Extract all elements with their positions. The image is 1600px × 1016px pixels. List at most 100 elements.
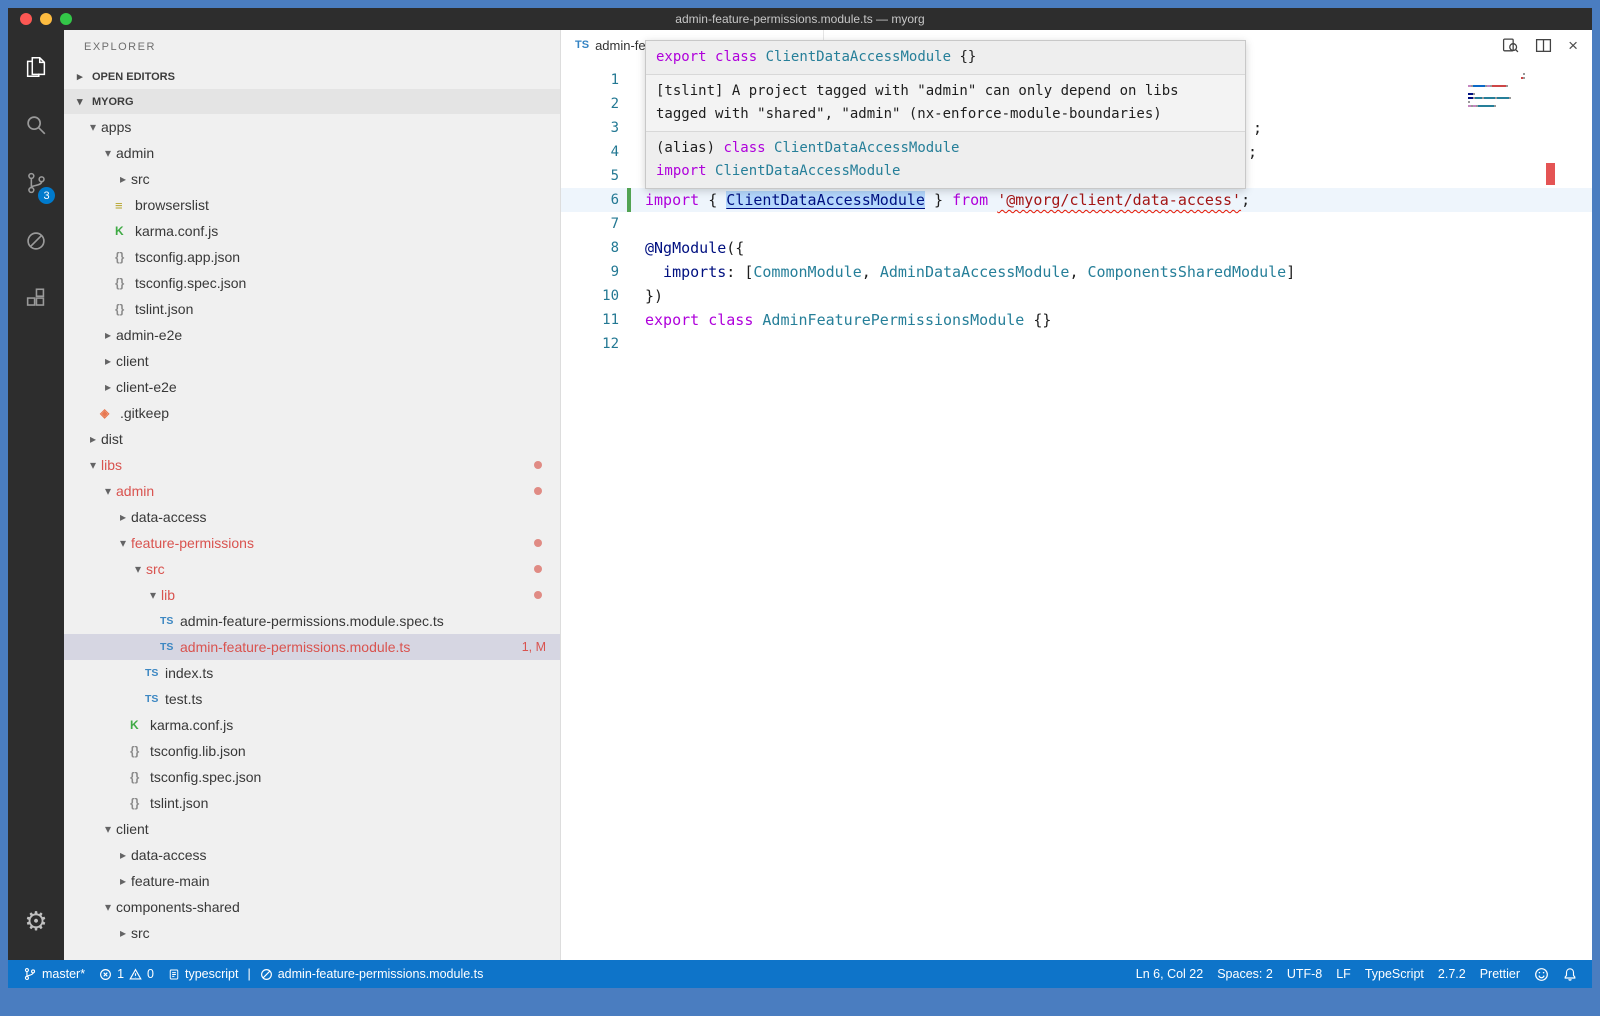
tree-item-dist[interactable]: ▸dist xyxy=(64,426,560,452)
debug-view-button[interactable] xyxy=(8,212,64,270)
explorer-view-button[interactable] xyxy=(8,38,64,96)
ts-version-indicator[interactable]: 2.7.2 xyxy=(1431,967,1473,981)
tree-item-karma-conf-js[interactable]: Kkarma.conf.js xyxy=(64,218,560,244)
open-preview-icon[interactable] xyxy=(1502,37,1519,54)
minimap-line xyxy=(1468,89,1532,91)
indentation-indicator[interactable]: Spaces: 2 xyxy=(1210,967,1280,981)
minimap[interactable] xyxy=(1468,65,1532,113)
tree-item-data-access[interactable]: ▸data-access xyxy=(64,842,560,868)
tree-item-karma-conf-js[interactable]: Kkarma.conf.js xyxy=(64,712,560,738)
encoding-indicator[interactable]: UTF-8 xyxy=(1280,967,1329,981)
tree-item-client[interactable]: ▸client xyxy=(64,348,560,374)
code-token: { xyxy=(699,191,726,209)
code-text: }) xyxy=(645,284,663,308)
language-indicator[interactable]: TypeScript xyxy=(1358,967,1431,981)
problems-indicator[interactable]: 1 0 xyxy=(92,967,161,981)
zoom-window-button[interactable] xyxy=(60,13,72,25)
tree-item-client-e2e[interactable]: ▸client-e2e xyxy=(64,374,560,400)
formatter-indicator[interactable]: Prettier xyxy=(1473,967,1527,981)
tree-item-test-ts[interactable]: TStest.ts xyxy=(64,686,560,712)
code-line-8[interactable]: 8@NgModule({ xyxy=(561,236,1592,260)
modified-indicator-dot xyxy=(534,565,542,573)
error-overview-mark xyxy=(1546,163,1555,185)
code-token: ; xyxy=(1253,119,1262,137)
modified-indicator-dot xyxy=(534,487,542,495)
status-bar: master* 1 0 typescript | admin-feature-p… xyxy=(8,960,1592,988)
tree-item-tslint-json[interactable]: {}tslint.json xyxy=(64,790,560,816)
smiley-icon xyxy=(1534,967,1549,982)
code-line-7[interactable]: 7 xyxy=(561,212,1592,236)
minimap-segment xyxy=(1509,97,1511,99)
typescript-status-indicator[interactable]: typescript xyxy=(161,967,246,981)
tree-item-src[interactable]: ▸src xyxy=(64,166,560,192)
chevron-right-icon: ▸ xyxy=(115,926,131,940)
file-tree: ▾apps▾admin▸src≡browserslistKkarma.conf.… xyxy=(64,114,560,960)
chevron-down-icon: ▾ xyxy=(145,588,161,602)
tree-item-src[interactable]: ▸src xyxy=(64,920,560,946)
minimap-line xyxy=(1468,109,1532,111)
tree-item-libs[interactable]: ▾libs xyxy=(64,452,560,478)
code-line-6[interactable]: 6import { ClientDataAccessModule } from … xyxy=(561,188,1592,212)
tree-item-admin[interactable]: ▾admin xyxy=(64,140,560,166)
tree-item-index-ts[interactable]: TSindex.ts xyxy=(64,660,560,686)
settings-button[interactable]: ⚙ xyxy=(8,892,64,950)
bell-icon xyxy=(1563,967,1577,982)
tree-item-feature-main[interactable]: ▸feature-main xyxy=(64,868,560,894)
minimap-line xyxy=(1468,77,1532,79)
tree-item-components-shared[interactable]: ▾components-shared xyxy=(64,894,560,920)
tree-item-lib[interactable]: ▾lib xyxy=(64,582,560,608)
tree-item-admin[interactable]: ▾admin xyxy=(64,478,560,504)
explorer-title: EXPLORER xyxy=(64,30,560,64)
tree-item-tsconfig-lib-json[interactable]: {}tsconfig.lib.json xyxy=(64,738,560,764)
tree-item-src[interactable]: ▾src xyxy=(64,556,560,582)
file-problems-indicator[interactable]: admin-feature-permissions.module.ts xyxy=(253,967,491,981)
workspace-section-header[interactable]: ▾ MYORG xyxy=(64,89,560,114)
open-editors-label: OPEN EDITORS xyxy=(92,71,175,83)
tslint-message: [tslint] A project tagged with "admin" c… xyxy=(646,74,1245,131)
tree-item-admin-feature-permissions-module-ts[interactable]: TSadmin-feature-permissions.module.ts1, … xyxy=(64,634,560,660)
code-token: export xyxy=(645,311,699,329)
feedback-button[interactable] xyxy=(1527,967,1556,982)
tree-item-feature-permissions[interactable]: ▾feature-permissions xyxy=(64,530,560,556)
close-window-button[interactable] xyxy=(20,13,32,25)
minimize-window-button[interactable] xyxy=(40,13,52,25)
open-editors-section-header[interactable]: ▸ OPEN EDITORS xyxy=(64,64,560,89)
line-number: 3 xyxy=(561,116,619,140)
code-line-10[interactable]: 10}) xyxy=(561,284,1592,308)
tree-item-tsconfig-spec-json[interactable]: {}tsconfig.spec.json xyxy=(64,764,560,790)
code-text: export class AdminFeaturePermissionsModu… xyxy=(645,308,1051,332)
tree-item-client[interactable]: ▾client xyxy=(64,816,560,842)
line-number: 12 xyxy=(561,332,619,356)
close-editor-icon[interactable]: × xyxy=(1568,37,1578,54)
branch-icon xyxy=(23,967,37,981)
tree-item-label: admin xyxy=(116,483,154,499)
minimap-segment xyxy=(1473,85,1485,87)
code-line-12[interactable]: 12 xyxy=(561,332,1592,356)
code-line-11[interactable]: 11export class AdminFeaturePermissionsMo… xyxy=(561,308,1592,332)
code-token: ] xyxy=(1286,263,1295,281)
notifications-button[interactable] xyxy=(1556,967,1584,982)
tree-item-label: admin-feature-permissions.module.ts xyxy=(180,639,410,655)
tree-item-apps[interactable]: ▾apps xyxy=(64,114,560,140)
tree-item-tsconfig-spec-json[interactable]: {}tsconfig.spec.json xyxy=(64,270,560,296)
tree-item--gitkeep[interactable]: ◈.gitkeep xyxy=(64,400,560,426)
split-editor-icon[interactable] xyxy=(1535,37,1552,54)
tree-item-admin-feature-permissions-module-spec-ts[interactable]: TSadmin-feature-permissions.module.spec.… xyxy=(64,608,560,634)
tree-item-browserslist[interactable]: ≡browserslist xyxy=(64,192,560,218)
source-control-view-button[interactable]: 3 xyxy=(8,154,64,212)
tree-item-admin-e2e[interactable]: ▸admin-e2e xyxy=(64,322,560,348)
tree-item-data-access[interactable]: ▸data-access xyxy=(64,504,560,530)
line-number: 2 xyxy=(561,92,619,116)
code-line-9[interactable]: 9 imports: [CommonModule, AdminDataAcces… xyxy=(561,260,1592,284)
cursor-position-indicator[interactable]: Ln 6, Col 22 xyxy=(1129,967,1210,981)
chevron-right-icon: ▸ xyxy=(100,354,116,368)
code-token: @NgModule xyxy=(645,239,726,257)
code-editor[interactable]: 123;4';56import { ClientDataAccessModule… xyxy=(561,60,1592,960)
extensions-view-button[interactable] xyxy=(8,270,64,328)
tree-item-tsconfig-app-json[interactable]: {}tsconfig.app.json xyxy=(64,244,560,270)
git-branch-indicator[interactable]: master* xyxy=(16,967,92,981)
search-view-button[interactable] xyxy=(8,96,64,154)
tree-item-tslint-json[interactable]: {}tslint.json xyxy=(64,296,560,322)
typescript-file-icon: TS xyxy=(575,39,589,51)
eol-indicator[interactable]: LF xyxy=(1329,967,1358,981)
